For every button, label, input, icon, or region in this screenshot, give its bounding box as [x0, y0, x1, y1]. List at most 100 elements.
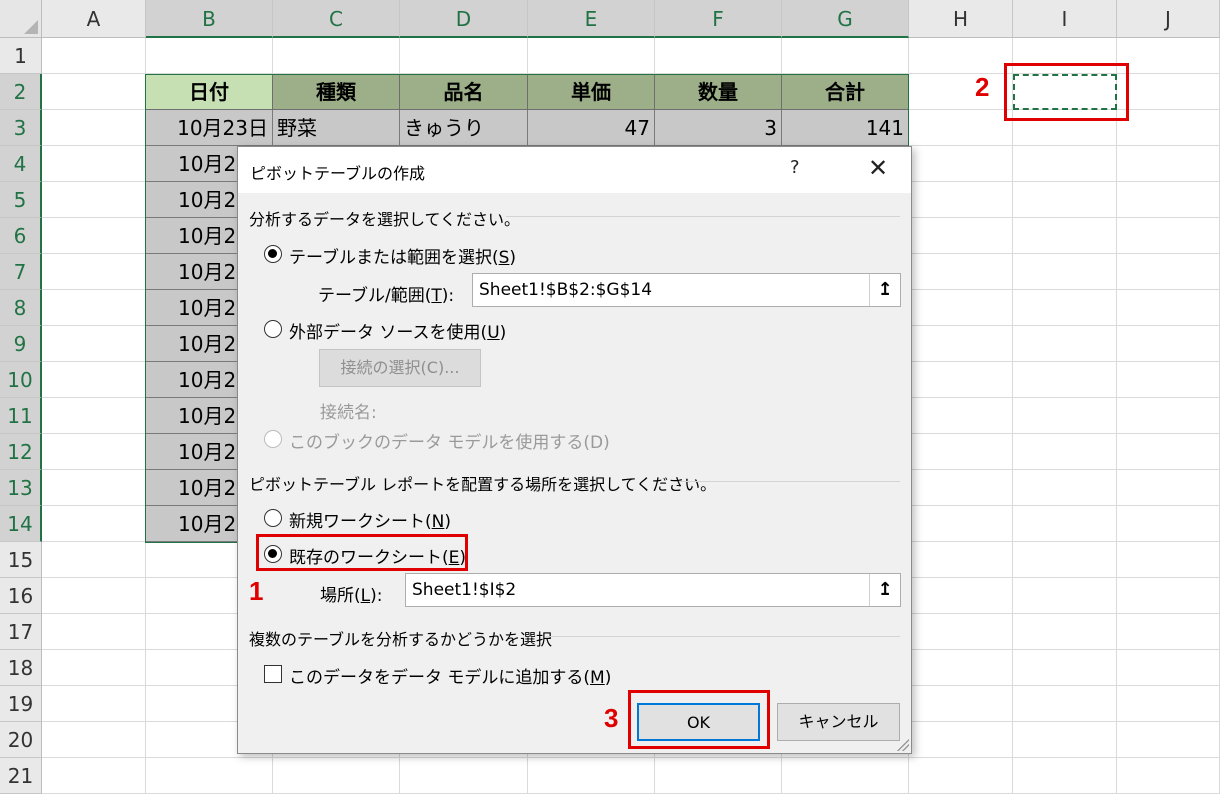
column-header-a[interactable]: A: [42, 0, 146, 38]
grid-cell[interactable]: [42, 578, 146, 614]
grid-cell[interactable]: [42, 290, 146, 326]
radio-new-sheet[interactable]: [264, 509, 282, 527]
row-header-2[interactable]: 2: [0, 74, 42, 110]
grid-cell[interactable]: [1013, 614, 1117, 650]
select-all-corner[interactable]: [0, 0, 42, 38]
row-header-9[interactable]: 9: [0, 326, 42, 362]
grid-cell[interactable]: [42, 218, 146, 254]
column-header-j[interactable]: J: [1117, 0, 1220, 38]
radio-table-range[interactable]: [264, 245, 282, 263]
resize-grip-icon[interactable]: [897, 739, 909, 751]
grid-cell[interactable]: [1013, 758, 1117, 794]
grid-cell[interactable]: [42, 254, 146, 290]
header-cell-total[interactable]: 合計: [782, 74, 909, 110]
label-table-range[interactable]: テーブルまたは範囲を選択(S): [289, 243, 516, 268]
header-cell-type[interactable]: 種類: [273, 74, 400, 110]
column-header-b[interactable]: B: [146, 0, 273, 38]
grid-cell[interactable]: [909, 182, 1013, 218]
cell-date[interactable]: 10月23日: [146, 110, 273, 146]
grid-cell[interactable]: [909, 362, 1013, 398]
grid-cell[interactable]: [273, 758, 400, 794]
grid-cell[interactable]: [1117, 182, 1220, 218]
grid-cell[interactable]: [42, 686, 146, 722]
row-header-13[interactable]: 13: [0, 470, 42, 506]
row-header-3[interactable]: 3: [0, 110, 42, 146]
grid-cell[interactable]: [909, 650, 1013, 686]
grid-cell[interactable]: [1117, 614, 1220, 650]
grid-cell[interactable]: [909, 470, 1013, 506]
label-new-sheet[interactable]: 新規ワークシート(N): [289, 507, 451, 532]
radio-data-model[interactable]: [264, 430, 282, 448]
grid-cell[interactable]: [42, 326, 146, 362]
row-header-8[interactable]: 8: [0, 290, 42, 326]
grid-cell[interactable]: [42, 758, 146, 794]
grid-cell[interactable]: [782, 38, 909, 74]
grid-cell[interactable]: [909, 758, 1013, 794]
row-header-20[interactable]: 20: [0, 722, 42, 758]
grid-cell[interactable]: [42, 506, 146, 542]
radio-external-source[interactable]: [264, 320, 282, 338]
grid-cell[interactable]: [1117, 38, 1220, 74]
column-header-g[interactable]: G: [782, 0, 909, 38]
close-icon[interactable]: ✕: [860, 153, 896, 183]
row-header-16[interactable]: 16: [0, 578, 42, 614]
grid-cell[interactable]: [1117, 506, 1220, 542]
grid-cell[interactable]: [1013, 182, 1117, 218]
cell-type[interactable]: 野菜: [273, 110, 400, 146]
choose-connection-button[interactable]: 接続の選択(C)...: [319, 349, 481, 387]
grid-cell[interactable]: [42, 470, 146, 506]
grid-cell[interactable]: [1013, 470, 1117, 506]
grid-cell[interactable]: [528, 38, 655, 74]
label-external-source[interactable]: 外部データ ソースを使用(U): [289, 318, 506, 343]
grid-cell[interactable]: [909, 506, 1013, 542]
grid-cell[interactable]: [528, 758, 655, 794]
grid-cell[interactable]: [1117, 398, 1220, 434]
grid-cell[interactable]: [909, 38, 1013, 74]
grid-cell[interactable]: [909, 398, 1013, 434]
grid-cell[interactable]: [400, 758, 528, 794]
grid-cell[interactable]: [273, 38, 400, 74]
grid-cell[interactable]: [909, 578, 1013, 614]
grid-cell[interactable]: [1013, 218, 1117, 254]
grid-cell[interactable]: [909, 218, 1013, 254]
grid-cell[interactable]: [1117, 542, 1220, 578]
grid-cell[interactable]: [909, 290, 1013, 326]
row-header-1[interactable]: 1: [0, 38, 42, 74]
grid-cell[interactable]: [1117, 254, 1220, 290]
grid-cell[interactable]: [1013, 686, 1117, 722]
grid-cell[interactable]: [909, 326, 1013, 362]
collapse-range-icon[interactable]: ↥: [869, 274, 900, 306]
row-header-14[interactable]: 14: [0, 506, 42, 542]
cell-unit-price[interactable]: 47: [528, 110, 655, 146]
row-header-6[interactable]: 6: [0, 218, 42, 254]
grid-cell[interactable]: [909, 722, 1013, 758]
column-header-h[interactable]: H: [909, 0, 1013, 38]
grid-cell[interactable]: [1013, 434, 1117, 470]
grid-cell[interactable]: [1013, 254, 1117, 290]
grid-cell[interactable]: [42, 146, 146, 182]
grid-cell[interactable]: [146, 38, 273, 74]
grid-cell[interactable]: [1013, 146, 1117, 182]
grid-cell[interactable]: [146, 758, 273, 794]
grid-cell[interactable]: [1013, 722, 1117, 758]
cell-total[interactable]: 141: [782, 110, 909, 146]
row-header-21[interactable]: 21: [0, 758, 42, 794]
row-header-15[interactable]: 15: [0, 542, 42, 578]
grid-cell[interactable]: [42, 542, 146, 578]
grid-cell[interactable]: [42, 614, 146, 650]
grid-cell[interactable]: [42, 398, 146, 434]
grid-cell[interactable]: [1117, 326, 1220, 362]
grid-cell[interactable]: [1117, 578, 1220, 614]
row-header-11[interactable]: 11: [0, 398, 42, 434]
grid-cell[interactable]: [909, 542, 1013, 578]
grid-cell[interactable]: [655, 38, 782, 74]
row-header-4[interactable]: 4: [0, 146, 42, 182]
grid-cell[interactable]: [909, 74, 1013, 110]
grid-cell[interactable]: [1013, 362, 1117, 398]
grid-cell[interactable]: [1013, 506, 1117, 542]
header-cell-unit-price[interactable]: 単価: [528, 74, 655, 110]
grid-cell[interactable]: [42, 362, 146, 398]
column-header-c[interactable]: C: [273, 0, 400, 38]
grid-cell[interactable]: [42, 650, 146, 686]
row-header-18[interactable]: 18: [0, 650, 42, 686]
